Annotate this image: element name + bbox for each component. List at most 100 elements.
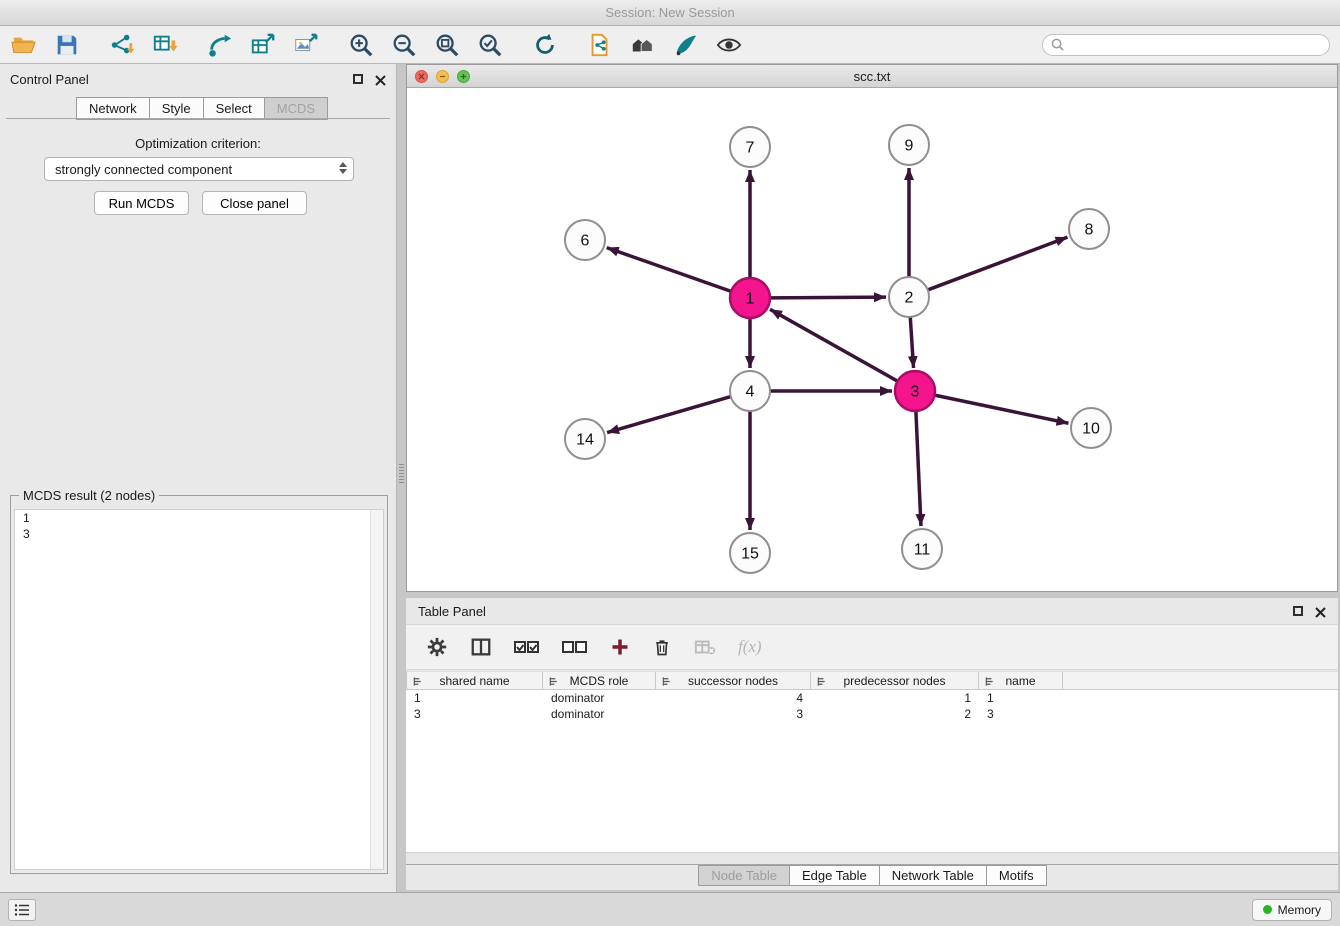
dropdown-stepper-icon [339,162,347,174]
zoom-fit-icon[interactable] [433,31,461,59]
open-file-icon[interactable] [10,31,38,59]
table-row[interactable]: 3dominator323 [406,706,1338,722]
tab-edge-table[interactable]: Edge Table [789,865,880,886]
mcds-result-item[interactable]: 3 [15,526,383,542]
table-cell[interactable]: dominator [543,707,656,721]
delete-column-icon[interactable] [652,637,672,657]
zoom-out-icon[interactable] [390,31,418,59]
import-network-icon[interactable] [108,31,136,59]
graph-edge-4-14[interactable] [607,397,731,433]
close-panel-button[interactable]: Close panel [202,191,307,215]
mcds-result-area: 13 [14,509,384,870]
graph-node-label: 14 [576,432,594,449]
export-network-icon[interactable] [206,31,234,59]
column-header-name[interactable]: name [979,672,1063,689]
column-header-shared-name[interactable]: shared name [406,672,543,689]
table-cell[interactable]: 2 [811,707,979,721]
task-history-button[interactable] [8,899,36,921]
save-session-icon[interactable] [53,31,81,59]
search-icon [1051,38,1064,51]
table-cell[interactable]: 1 [406,691,543,705]
import-group [108,31,179,59]
close-panel-icon[interactable] [375,74,386,85]
zoom-selected-icon[interactable] [476,31,504,59]
tab-node-table[interactable]: Node Table [698,865,790,886]
tab-select[interactable]: Select [203,97,265,120]
graph-edge-1-6[interactable] [607,248,731,292]
column-header-label: predecessor nodes [811,674,978,688]
show-columns-icon[interactable] [470,636,492,658]
column-header-predecessor-nodes[interactable]: predecessor nodes [811,672,979,689]
mcds-result-list: 13 [15,510,383,542]
refresh-group [531,31,559,59]
criterion-dropdown[interactable]: strongly connected component [44,157,354,181]
graph-edge-2-3[interactable] [910,317,913,368]
deselect-all-columns-icon[interactable] [562,637,588,657]
refresh-icon[interactable] [531,31,559,59]
panel-splitter[interactable] [397,64,406,892]
home-icon[interactable] [629,31,657,59]
column-header-successor-nodes[interactable]: successor nodes [656,672,811,689]
function-builder-icon: f(x) [738,637,762,657]
column-header-label: successor nodes [656,674,810,688]
graph-node-label: 9 [905,138,914,155]
export-image-icon[interactable] [292,31,320,59]
graph-edge-3-1[interactable] [770,309,898,381]
show-hide-eye-icon[interactable] [715,31,743,59]
graph-edge-3-11[interactable] [916,411,921,526]
tab-network[interactable]: Network [76,97,150,120]
export-table-icon[interactable] [249,31,277,59]
memory-button[interactable]: Memory [1252,899,1332,921]
maximize-window-icon[interactable] [457,70,470,83]
table-cell[interactable]: 1 [979,691,1063,705]
style-brush-icon[interactable] [672,31,700,59]
close-window-icon[interactable] [415,70,428,83]
graph-node-label: 11 [914,542,931,559]
float-panel-icon[interactable] [353,74,363,84]
table-row[interactable]: 1dominator411 [406,690,1338,706]
sort-icon [661,676,672,687]
table-cell[interactable]: 1 [811,691,979,705]
float-table-panel-icon[interactable] [1293,606,1303,616]
sort-icon [412,676,423,687]
window-title: Session: New Session [0,0,1340,26]
tab-network-table[interactable]: Network Table [879,865,987,886]
import-table-icon[interactable] [151,31,179,59]
node-table: shared nameMCDS rolesuccessor nodesprede… [406,671,1338,852]
table-cell[interactable]: 3 [979,707,1063,721]
table-cell[interactable]: 4 [656,691,811,705]
zoom-in-icon[interactable] [347,31,375,59]
network-graph-svg: 1234678910111415 [407,88,1337,591]
table-panel: Table Panel f(x) sh [406,598,1338,890]
status-bar: Memory [0,892,1340,926]
zoom-group [347,31,504,59]
table-hscrollbar[interactable] [406,852,1338,864]
table-cell[interactable]: dominator [543,691,656,705]
graph-edge-3-10[interactable] [935,395,1069,423]
table-settings-gear-icon[interactable] [426,636,448,658]
search-input[interactable] [1070,38,1321,52]
control-panel-tabs: Network Style Select MCDS [76,97,327,120]
run-mcds-button[interactable]: Run MCDS [94,191,189,215]
graph-node-label: 6 [581,233,590,250]
create-column-icon[interactable] [610,637,630,657]
column-header-MCDS-role[interactable]: MCDS role [543,672,656,689]
clipboard-share-icon[interactable] [586,31,614,59]
tab-mcds[interactable]: MCDS [264,97,328,120]
minimize-window-icon[interactable] [436,70,449,83]
graph-edge-1-2[interactable] [770,297,886,298]
close-table-panel-icon[interactable] [1315,606,1326,617]
table-cell[interactable]: 3 [406,707,543,721]
tab-style[interactable]: Style [149,97,204,120]
result-scrollbar[interactable] [370,510,383,869]
graph-edge-2-8[interactable] [928,237,1068,290]
table-cell[interactable]: 3 [656,707,811,721]
tab-motifs[interactable]: Motifs [986,865,1047,886]
mcds-result-item[interactable]: 1 [15,510,383,526]
graph-node-label: 7 [746,140,755,157]
export-group [206,31,320,59]
network-canvas[interactable]: 1234678910111415 [407,88,1337,591]
table-panel-title: Table Panel [418,604,486,619]
splitter-handle-icon[interactable] [399,462,404,484]
select-all-columns-icon[interactable] [514,637,540,657]
